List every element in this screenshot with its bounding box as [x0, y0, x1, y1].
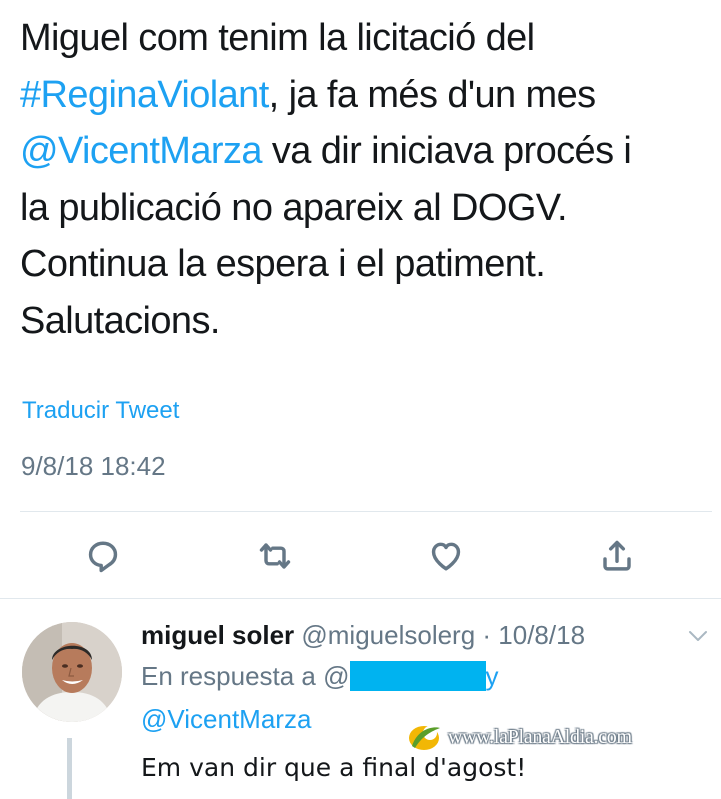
- action-bar: [0, 534, 721, 578]
- reply-button[interactable]: [81, 534, 125, 578]
- tweet-line-5: Continua la espera i el patiment.: [20, 243, 546, 285]
- like-button[interactable]: [424, 534, 468, 578]
- avatar[interactable]: [22, 622, 122, 722]
- redaction-box: [349, 661, 486, 691]
- reply-header: miguel soler @miguelsolerg · 10/8/18: [141, 620, 585, 651]
- mention-link[interactable]: @VicentMarza: [20, 130, 262, 172]
- in-reply-to-suffix: y: [485, 661, 499, 691]
- watermark-text: www.laPlanaAldia.com: [448, 725, 632, 748]
- tweet-line-4: la publicació no apareix al DOGV.: [20, 186, 568, 229]
- reply-mention-link[interactable]: @VicentMarza: [141, 704, 311, 735]
- divider: [20, 511, 712, 512]
- translate-tweet-link[interactable]: Traducir Tweet: [22, 397, 179, 425]
- avatar-photo: [22, 622, 122, 722]
- reply-handle-date: @miguelsolerg · 10/8/18: [294, 620, 586, 650]
- thread-line: [67, 738, 72, 799]
- tweet-line-1: Miguel com tenim la licitació del: [20, 17, 535, 59]
- reply-text: Em van dir que a final d'agost!: [141, 753, 527, 782]
- tweet-text: Miguel com tenim la licitació del #Regin…: [20, 10, 710, 349]
- tweet-line-2: #ReginaViolant, ja fa més d'un mes: [20, 67, 710, 124]
- retweet-icon: [259, 543, 291, 569]
- tweet-line-6: Salutacions.: [20, 299, 220, 342]
- like-icon: [431, 542, 461, 571]
- in-reply-to: En respuesta a @ y: [141, 661, 499, 692]
- reply-icon: [88, 541, 118, 573]
- tweet-line-3-text: va dir iniciava procés i: [261, 130, 632, 172]
- chevron-down-icon[interactable]: [684, 624, 712, 648]
- reply-author-name[interactable]: miguel soler: [141, 620, 294, 650]
- watermark: www.laPlanaAldia.com: [406, 722, 632, 752]
- tweet-line-3: @VicentMarza va dir iniciava procés i: [20, 123, 710, 180]
- in-reply-to-prefix: En respuesta a @: [141, 661, 350, 691]
- tweet-timestamp: 9/8/18 18:42: [21, 451, 166, 481]
- tweet-line-2-text: , ja fa més d'un mes: [268, 73, 596, 116]
- retweet-button[interactable]: [253, 534, 297, 578]
- share-icon: [603, 540, 631, 571]
- share-button[interactable]: [595, 534, 639, 578]
- watermark-logo-icon: [409, 726, 440, 750]
- hashtag-link[interactable]: #ReginaViolant: [20, 74, 269, 116]
- divider: [0, 598, 721, 599]
